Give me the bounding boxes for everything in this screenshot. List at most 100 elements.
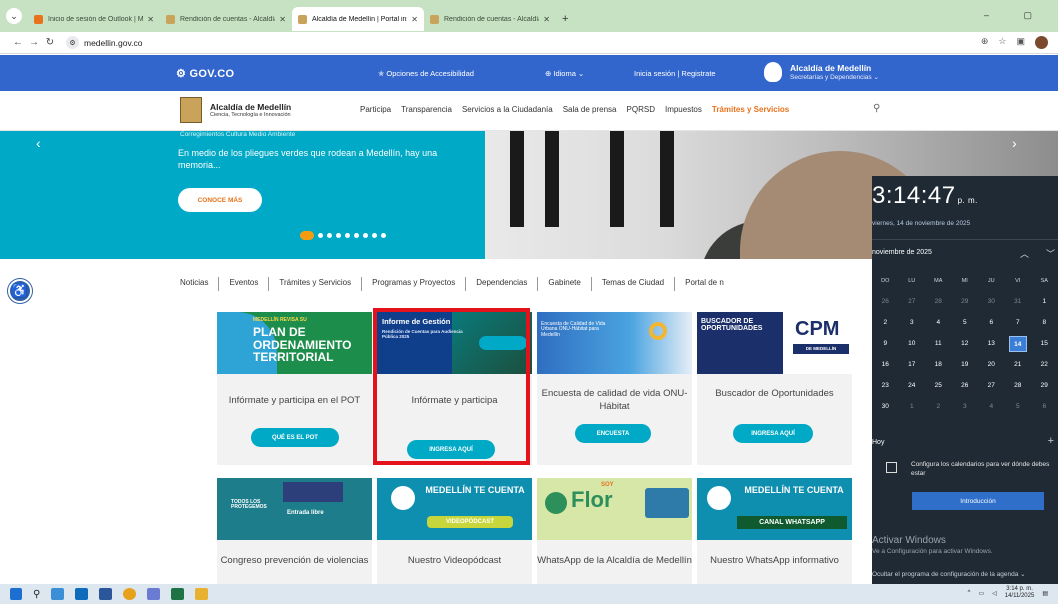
- calendar-day[interactable]: 30: [872, 403, 899, 410]
- accessibility-icon[interactable]: ♿: [8, 279, 32, 303]
- nav-transparencia[interactable]: Transparencia: [401, 105, 452, 114]
- calendar-day[interactable]: 1: [1031, 298, 1058, 305]
- calendar-day[interactable]: 13: [978, 340, 1005, 347]
- congreso-banner[interactable]: TODOS LOS PROTEGEMOS Entrada libre: [217, 478, 372, 540]
- carousel-dot[interactable]: [381, 233, 386, 238]
- calendar-day[interactable]: 26: [872, 298, 899, 305]
- excel-icon[interactable]: [171, 588, 185, 600]
- clock-date[interactable]: viernes, 14 de noviembre de 2025: [872, 220, 970, 227]
- search-icon[interactable]: ⚲: [33, 589, 40, 600]
- nav-servicios-ciudadania[interactable]: Servicios a la Ciudadanía: [462, 105, 553, 114]
- calendar-day[interactable]: 4: [925, 319, 952, 326]
- calendar-day[interactable]: 2: [925, 403, 952, 410]
- outlook-icon[interactable]: [75, 588, 89, 600]
- calendar-day[interactable]: 18: [925, 361, 952, 368]
- register-link[interactable]: Registrate: [681, 69, 715, 78]
- carousel-next-icon[interactable]: ›: [1012, 135, 1017, 151]
- calendar-day[interactable]: 16: [872, 361, 899, 368]
- calendar-day[interactable]: 7: [1005, 319, 1032, 326]
- flor-banner[interactable]: SOY Flor: [537, 478, 692, 540]
- calendar-day[interactable]: 23: [872, 382, 899, 389]
- calendar-day[interactable]: 3: [899, 319, 926, 326]
- calendar-day[interactable]: 2: [872, 319, 899, 326]
- volume-icon[interactable]: ◁: [992, 590, 997, 597]
- browser-tab-outlook[interactable]: Inicio de sesión de Outlook | Mi ✕: [28, 7, 160, 31]
- carousel-dot[interactable]: [372, 233, 377, 238]
- carousel-dot[interactable]: [363, 233, 368, 238]
- close-tab-icon[interactable]: ✕: [147, 15, 154, 24]
- calendar-day[interactable]: 31: [1005, 298, 1032, 305]
- calendar-day[interactable]: 8: [1031, 319, 1058, 326]
- pot-banner[interactable]: MEDELLÍN REVISA SU PLAN DE ORDENAMIENTO …: [217, 312, 372, 374]
- accessibility-options-link[interactable]: ✯ Opciones de Accesibilidad: [378, 69, 474, 78]
- browser-tab-rendicion-2[interactable]: Rendición de cuentas - Alcaldía ✕: [424, 7, 556, 31]
- que-es-el-pot-button[interactable]: QUÉ ES EL POT: [251, 428, 339, 447]
- calendar-day[interactable]: 29: [952, 298, 979, 305]
- chevron-down-icon[interactable]: ﹀: [1046, 247, 1055, 260]
- conoce-mas-button[interactable]: CONOCE MÁS: [178, 188, 262, 212]
- nav-pqrsd[interactable]: PQRSD: [627, 105, 655, 114]
- word-icon[interactable]: [99, 588, 113, 600]
- encuesta-banner[interactable]: Encuesta de Calidad de Vida Urbana ONU-H…: [537, 312, 692, 374]
- tab-tramites[interactable]: Trámites y Servicios: [269, 277, 363, 291]
- calendar-day[interactable]: 3: [952, 403, 979, 410]
- nav-sala-de-prensa[interactable]: Sala de prensa: [563, 105, 617, 114]
- carousel-dot[interactable]: [354, 233, 359, 238]
- calendar-day[interactable]: 28: [1005, 382, 1032, 389]
- chrome-icon[interactable]: [123, 588, 137, 600]
- calendar-day[interactable]: 27: [899, 298, 926, 305]
- calendar-day[interactable]: 5: [1005, 403, 1032, 410]
- calendar-day[interactable]: 12: [952, 340, 979, 347]
- calendar-day[interactable]: 30: [978, 298, 1005, 305]
- calendar-day[interactable]: 6: [1031, 403, 1058, 410]
- calendar-day[interactable]: 26: [952, 382, 979, 389]
- login-register-links[interactable]: Inicia sesión | Registrate: [634, 69, 716, 78]
- browser-tab-portal-active[interactable]: Alcaldía de Medellín | Portal ins ✕: [292, 7, 424, 31]
- videopodcast-banner[interactable]: MEDELLÍN TE CUENTA VIDEOPÓDCAST: [377, 478, 532, 540]
- back-arrow-icon[interactable]: ←: [10, 37, 26, 48]
- calendar-day[interactable]: 19: [952, 361, 979, 368]
- calendar-day[interactable]: 20: [978, 361, 1005, 368]
- calendar-day[interactable]: 6: [978, 319, 1005, 326]
- ingresa-aqui-oportunidades-button[interactable]: INGRESA AQUÍ: [733, 424, 813, 443]
- hide-agenda-link[interactable]: Ocultar el programa de configuración de …: [872, 570, 1026, 578]
- tab-dependencias[interactable]: Dependencias: [466, 277, 539, 291]
- carousel-dot[interactable]: [327, 233, 332, 238]
- nav-impuestos[interactable]: Impuestos: [665, 105, 702, 114]
- encuesta-button[interactable]: ENCUESTA: [575, 424, 651, 443]
- profile-avatar-icon[interactable]: [1035, 36, 1048, 49]
- new-tab-button[interactable]: +: [562, 13, 568, 25]
- add-event-icon[interactable]: +: [1048, 435, 1054, 447]
- introduccion-button[interactable]: Introducción: [912, 492, 1044, 510]
- site-logo[interactable]: Alcaldía de Medellín Ciencia, Tecnología…: [180, 97, 291, 123]
- login-link[interactable]: Inicia sesión: [634, 69, 675, 78]
- url-field[interactable]: medellin.gov.co: [84, 38, 142, 48]
- nav-tramites-servicios[interactable]: Trámites y Servicios: [712, 105, 789, 114]
- tab-temas-ciudad[interactable]: Temas de Ciudad: [592, 277, 676, 291]
- calendar-day-today[interactable]: 14: [1005, 335, 1032, 352]
- chevron-up-icon[interactable]: ︿: [1020, 247, 1029, 260]
- windows-start-icon[interactable]: [10, 588, 22, 600]
- calendar-day[interactable]: 28: [925, 298, 952, 305]
- close-tab-icon[interactable]: ✕: [411, 15, 418, 24]
- carousel-dot[interactable]: [318, 233, 323, 238]
- tab-search-icon[interactable]: ⌄: [6, 8, 22, 24]
- forward-arrow-icon[interactable]: →: [26, 37, 42, 48]
- search-icon[interactable]: ⚲: [873, 103, 880, 114]
- language-dropdown[interactable]: ⊕ Idioma ⌄: [545, 69, 584, 78]
- calendar-month[interactable]: noviembre de 2025: [872, 249, 932, 256]
- calendar-day[interactable]: 4: [978, 403, 1005, 410]
- calendar-day[interactable]: 25: [925, 382, 952, 389]
- calendar-day[interactable]: 15: [1031, 340, 1058, 347]
- extensions-icon[interactable]: ▣: [1016, 36, 1025, 49]
- app-icon[interactable]: [147, 588, 161, 600]
- tab-gabinete[interactable]: Gabinete: [538, 277, 592, 291]
- whatsapp-informativo-banner[interactable]: MEDELLÍN TE CUENTA CANAL WHATSAPP: [697, 478, 852, 540]
- carousel-prev-icon[interactable]: ‹: [36, 135, 41, 151]
- close-tab-icon[interactable]: ✕: [279, 15, 286, 24]
- site-info-icon[interactable]: ⚙: [66, 36, 79, 49]
- bookmark-star-icon[interactable]: ☆: [998, 36, 1006, 49]
- calendar-day[interactable]: 11: [925, 340, 952, 347]
- alcaldia-dependencies-menu[interactable]: Alcaldía de Medellín Secretarías y Depen…: [764, 62, 879, 82]
- carousel-dot[interactable]: [336, 233, 341, 238]
